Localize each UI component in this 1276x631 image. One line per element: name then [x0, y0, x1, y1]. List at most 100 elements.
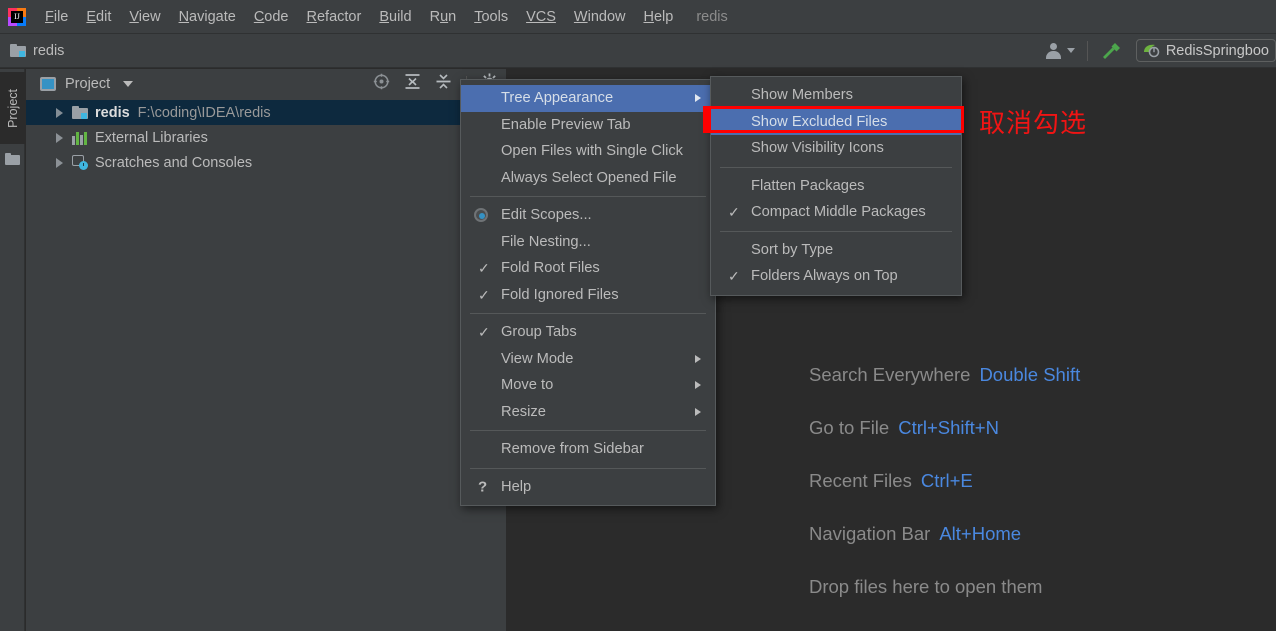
- spring-boot-icon: [1143, 43, 1160, 58]
- tree-row[interactable]: External Libraries: [26, 125, 506, 150]
- menu-item-label: Sort by Type: [751, 241, 834, 258]
- hint-go-to-file: Go to File Ctrl+Shift+N: [809, 417, 1080, 439]
- tool-window-context-menu: Tree Appearance Enable Preview Tab Open …: [460, 79, 716, 506]
- checkmark-icon: ✓: [478, 260, 490, 277]
- breadcrumb-label: redis: [33, 42, 65, 59]
- menu-item-label: Resize: [501, 403, 546, 420]
- submenu-item-show-members[interactable]: Show Members: [711, 82, 961, 109]
- scratches-icon: [72, 155, 88, 170]
- menu-item-fold-ignored-files[interactable]: ✓ Fold Ignored Files: [461, 282, 715, 309]
- menu-item-open-files-single-click[interactable]: Open Files with Single Click: [461, 138, 715, 165]
- chevron-right-icon[interactable]: [56, 107, 63, 118]
- submenu-item-sort-by-type[interactable]: Sort by Type: [711, 237, 961, 264]
- menu-item-label: Flatten Packages: [751, 177, 865, 194]
- chevron-right-icon: [695, 381, 701, 390]
- hint-recent-files: Recent Files Ctrl+E: [809, 470, 1080, 492]
- hint-navigation-bar: Navigation Bar Alt+Home: [809, 523, 1080, 545]
- checkmark-icon: ✓: [728, 204, 740, 221]
- submenu-item-show-visibility-icons[interactable]: Show Visibility Icons: [711, 135, 961, 162]
- menu-item-label: Show Visibility Icons: [751, 140, 884, 157]
- idea-window: IJ File Edit View Navigate Code Refactor…: [0, 0, 1276, 631]
- tree-row[interactable]: redis F:\coding\IDEA\redis: [26, 100, 506, 125]
- menu-item-resize[interactable]: Resize: [461, 399, 715, 426]
- hint-drop-files: Drop files here to open them: [809, 576, 1080, 598]
- menu-tools[interactable]: Tools: [465, 5, 517, 29]
- collapse-all-icon[interactable]: [435, 73, 452, 95]
- build-project-button[interactable]: [1100, 40, 1122, 62]
- menu-item-fold-root-files[interactable]: ✓ Fold Root Files: [461, 255, 715, 282]
- menu-item-label: Open Files with Single Click: [501, 143, 684, 160]
- project-tool-window: Project redis F:\coding\IDEA\redis Exter…: [26, 69, 506, 631]
- run-configuration-label: RedisSpringboo: [1165, 42, 1269, 59]
- libraries-icon: [72, 131, 88, 145]
- menu-item-label: Group Tabs: [501, 324, 577, 341]
- menu-view[interactable]: View: [120, 5, 169, 29]
- hint-shortcut: Ctrl+Shift+N: [898, 417, 999, 438]
- folder-icon[interactable]: [5, 153, 20, 165]
- annotation-highlight-edge: [703, 106, 709, 133]
- menu-separator: [470, 467, 706, 469]
- radio-selected-icon: [474, 208, 488, 223]
- menu-item-tree-appearance[interactable]: Tree Appearance: [461, 85, 715, 112]
- submenu-item-flatten-packages[interactable]: Flatten Packages: [711, 173, 961, 200]
- menu-item-file-nesting[interactable]: File Nesting...: [461, 229, 715, 256]
- menu-code[interactable]: Code: [245, 5, 298, 29]
- module-folder-icon: [72, 106, 88, 119]
- menu-help[interactable]: Help: [634, 5, 682, 29]
- menu-item-label: Help: [501, 478, 532, 495]
- left-tool-stripe: Project: [0, 69, 25, 631]
- menu-refactor[interactable]: Refactor: [298, 5, 371, 29]
- menu-window[interactable]: Window: [565, 5, 635, 29]
- menu-item-edit-scopes[interactable]: Edit Scopes...: [461, 202, 715, 229]
- menu-edit[interactable]: Edit: [77, 5, 120, 29]
- chevron-right-icon[interactable]: [56, 132, 63, 143]
- expand-all-icon[interactable]: [404, 73, 421, 95]
- user-account-button[interactable]: [1045, 42, 1075, 59]
- hint-label: Navigation Bar: [809, 523, 931, 544]
- stripe-button-project[interactable]: Project: [0, 72, 25, 144]
- chevron-right-icon: [695, 94, 701, 103]
- annotation-text: 取消勾选: [979, 109, 1088, 139]
- select-opened-file-icon[interactable]: [373, 73, 390, 95]
- breadcrumb-redis[interactable]: redis: [10, 43, 64, 59]
- menu-run[interactable]: Run: [421, 5, 466, 29]
- menu-item-label: Show Members: [751, 87, 854, 104]
- menu-item-label: View Mode: [501, 350, 574, 367]
- chevron-down-icon[interactable]: [123, 81, 134, 87]
- menu-file[interactable]: File: [36, 5, 77, 29]
- menu-navigate[interactable]: Navigate: [170, 5, 245, 29]
- question-mark-icon: ?: [478, 478, 488, 496]
- menu-build[interactable]: Build: [370, 5, 420, 29]
- hint-shortcut: Ctrl+E: [920, 470, 973, 491]
- menu-separator: [720, 166, 952, 168]
- menu-item-group-tabs[interactable]: ✓ Group Tabs: [461, 319, 715, 346]
- menu-item-label: Edit Scopes...: [501, 207, 592, 224]
- tree-item-label: redis: [95, 104, 130, 121]
- menu-item-label: Compact Middle Packages: [751, 204, 926, 221]
- tree-row[interactable]: Scratches and Consoles: [26, 150, 506, 175]
- chevron-right-icon[interactable]: [56, 157, 63, 168]
- folder-icon: [10, 44, 26, 57]
- menu-item-view-mode[interactable]: View Mode: [461, 346, 715, 373]
- submenu-item-compact-middle-packages[interactable]: ✓ Compact Middle Packages: [711, 199, 961, 226]
- menu-item-label: Show Excluded Files: [751, 113, 888, 130]
- tree-appearance-submenu: Show Members Show Excluded Files Show Vi…: [710, 76, 962, 296]
- menu-item-remove-from-sidebar[interactable]: Remove from Sidebar: [461, 436, 715, 463]
- menu-item-label: Remove from Sidebar: [501, 441, 644, 458]
- menu-item-always-select-opened-file[interactable]: Always Select Opened File: [461, 165, 715, 192]
- navbar-actions: RedisSpringboo: [1045, 34, 1276, 67]
- user-icon: [1045, 42, 1062, 59]
- editor-shortcut-hints: Search Everywhere Double Shift Go to File…: [809, 364, 1080, 629]
- menu-item-move-to[interactable]: Move to: [461, 372, 715, 399]
- menu-item-enable-preview-tab[interactable]: Enable Preview Tab: [461, 112, 715, 139]
- intellij-idea-logo-icon: IJ: [8, 7, 26, 26]
- run-configuration-selector[interactable]: RedisSpringboo: [1135, 39, 1276, 62]
- submenu-item-folders-always-on-top[interactable]: ✓ Folders Always on Top: [711, 263, 961, 290]
- submenu-item-show-excluded-files[interactable]: Show Excluded Files: [711, 108, 961, 135]
- menu-item-label: Move to: [501, 377, 554, 394]
- menu-item-label: Fold Ignored Files: [501, 286, 619, 303]
- menu-vcs[interactable]: VCS: [517, 5, 565, 29]
- menu-item-help[interactable]: ? Help: [461, 474, 715, 501]
- project-tool-window-title: Project: [65, 76, 111, 92]
- menu-item-label: Folders Always on Top: [751, 268, 898, 285]
